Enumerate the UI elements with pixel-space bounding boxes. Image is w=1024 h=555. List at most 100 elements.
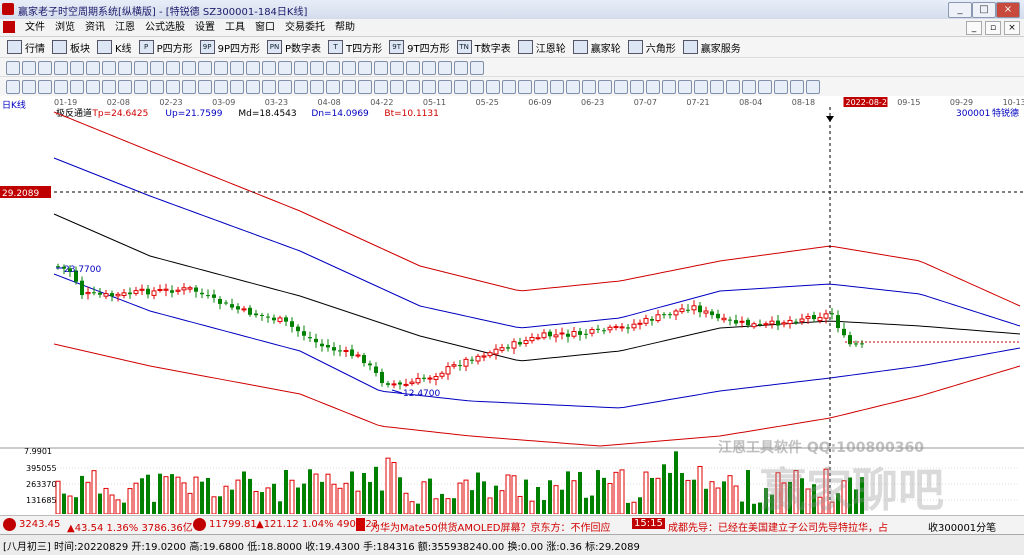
line-tool-icon-36[interactable] xyxy=(582,80,596,94)
toolbar-button-8[interactable]: TN T数字表 xyxy=(456,40,511,55)
news-headline-2[interactable]: 成都先导：已经在美国建立子公司先导特拉华，占 xyxy=(668,519,888,534)
menu-item-0[interactable]: 文件 xyxy=(20,21,50,34)
line-tool-icon-7[interactable] xyxy=(118,80,132,94)
toolbar-button-6[interactable]: T T四方形 xyxy=(328,40,382,55)
line-tool-icon-16[interactable] xyxy=(262,80,276,94)
menu-item-8[interactable]: 交易委托 xyxy=(280,21,330,34)
line-tool-icon-42[interactable] xyxy=(678,80,692,94)
draw-tool-icon-25[interactable] xyxy=(406,61,420,75)
line-tool-icon-35[interactable] xyxy=(566,80,580,94)
toolbar-button-1[interactable]: 板块 xyxy=(52,40,90,55)
line-tool-icon-19[interactable] xyxy=(310,80,324,94)
line-tool-icon-32[interactable] xyxy=(518,80,532,94)
toolbar-button-2[interactable]: K线 xyxy=(97,40,132,55)
menu-item-1[interactable]: 浏览 xyxy=(50,21,80,34)
toolbar-button-10[interactable]: 赢家轮 xyxy=(572,40,621,55)
line-tool-icon-48[interactable] xyxy=(774,80,788,94)
line-tool-icon-17[interactable] xyxy=(278,80,292,94)
line-tool-icon-24[interactable] xyxy=(390,80,404,94)
line-tool-icon-40[interactable] xyxy=(646,80,660,94)
menu-item-2[interactable]: 资讯 xyxy=(80,21,110,34)
draw-tool-icon-15[interactable] xyxy=(246,61,260,75)
line-tool-icon-11[interactable] xyxy=(182,80,196,94)
draw-tool-icon-5[interactable] xyxy=(86,61,100,75)
line-tool-icon-43[interactable] xyxy=(694,80,708,94)
line-tool-icon-44[interactable] xyxy=(710,80,724,94)
line-tool-icon-1[interactable] xyxy=(22,80,36,94)
draw-tool-icon-13[interactable] xyxy=(214,61,228,75)
line-tool-icon-14[interactable] xyxy=(230,80,244,94)
draw-tool-icon-18[interactable] xyxy=(294,61,308,75)
draw-tool-icon-21[interactable] xyxy=(342,61,356,75)
line-tool-icon-2[interactable] xyxy=(38,80,52,94)
line-tool-icon-50[interactable] xyxy=(806,80,820,94)
child-minimize-button[interactable]: _ xyxy=(966,21,982,35)
news-headline[interactable]: 为华为Mate50供货AMOLED屏幕？京东方：不作回应 xyxy=(370,519,610,534)
line-tool-icon-33[interactable] xyxy=(534,80,548,94)
line-tool-icon-39[interactable] xyxy=(630,80,644,94)
line-tool-icon-34[interactable] xyxy=(550,80,564,94)
toolbar-button-7[interactable]: 9T 9T四方形 xyxy=(389,40,450,55)
draw-tool-icon-23[interactable] xyxy=(374,61,388,75)
line-tool-icon-15[interactable] xyxy=(246,80,260,94)
line-tool-icon-21[interactable] xyxy=(342,80,356,94)
draw-tool-icon-11[interactable] xyxy=(182,61,196,75)
line-tool-icon-4[interactable] xyxy=(70,80,84,94)
draw-tool-icon-6[interactable] xyxy=(102,61,116,75)
minimize-button[interactable]: _ xyxy=(948,2,972,18)
menu-item-3[interactable]: 江恩 xyxy=(110,21,140,34)
draw-tool-icon-14[interactable] xyxy=(230,61,244,75)
line-tool-icon-3[interactable] xyxy=(54,80,68,94)
draw-tool-icon-8[interactable] xyxy=(134,61,148,75)
close-button[interactable]: × xyxy=(996,2,1020,18)
line-tool-icon-28[interactable] xyxy=(454,80,468,94)
line-tool-icon-18[interactable] xyxy=(294,80,308,94)
toolbar-button-3[interactable]: P P四方形 xyxy=(138,40,193,55)
line-tool-icon-41[interactable] xyxy=(662,80,676,94)
child-restore-button[interactable]: ▫ xyxy=(985,21,1001,35)
draw-tool-icon-29[interactable] xyxy=(470,61,484,75)
draw-tool-icon-20[interactable] xyxy=(326,61,340,75)
line-tool-icon-31[interactable] xyxy=(502,80,516,94)
line-tool-icon-25[interactable] xyxy=(406,80,420,94)
kline-chart-svg[interactable]: 01-19 02-08 02-23 03-09 03-23 04-08 04-22 05-11… xyxy=(0,96,1024,546)
line-tool-icon-49[interactable] xyxy=(790,80,804,94)
kline-chart[interactable]: 01-19 02-08 02-23 03-09 03-23 04-08 04-22 05-11… xyxy=(0,96,1024,546)
menu-item-5[interactable]: 设置 xyxy=(190,21,220,34)
line-tool-icon-47[interactable] xyxy=(758,80,772,94)
line-tool-icon-10[interactable] xyxy=(166,80,180,94)
line-tool-icon-27[interactable] xyxy=(438,80,452,94)
draw-tool-icon-9[interactable] xyxy=(150,61,164,75)
draw-tool-icon-3[interactable] xyxy=(54,61,68,75)
line-tool-icon-37[interactable] xyxy=(598,80,612,94)
toolbar-button-4[interactable]: 9P 9P四方形 xyxy=(199,40,260,55)
draw-tool-icon-17[interactable] xyxy=(278,61,292,75)
toolbar-button-5[interactable]: PN P数字表 xyxy=(267,40,321,55)
draw-tool-icon-26[interactable] xyxy=(422,61,436,75)
draw-tool-icon-1[interactable] xyxy=(22,61,36,75)
menu-item-7[interactable]: 窗口 xyxy=(250,21,280,34)
line-tool-icon-6[interactable] xyxy=(102,80,116,94)
child-close-button[interactable]: × xyxy=(1004,21,1020,35)
line-tool-icon-46[interactable] xyxy=(742,80,756,94)
line-tool-icon-5[interactable] xyxy=(86,80,100,94)
line-tool-icon-22[interactable] xyxy=(358,80,372,94)
line-tool-icon-0[interactable] xyxy=(6,80,20,94)
draw-tool-icon-27[interactable] xyxy=(438,61,452,75)
line-tool-icon-13[interactable] xyxy=(214,80,228,94)
line-tool-icon-30[interactable] xyxy=(486,80,500,94)
menu-item-4[interactable]: 公式选股 xyxy=(140,21,190,34)
draw-tool-icon-12[interactable] xyxy=(198,61,212,75)
menu-item-9[interactable]: 帮助 xyxy=(330,21,360,34)
draw-tool-icon-22[interactable] xyxy=(358,61,372,75)
toolbar-button-11[interactable]: 六角形 xyxy=(627,40,676,55)
line-tool-icon-38[interactable] xyxy=(614,80,628,94)
draw-tool-icon-16[interactable] xyxy=(262,61,276,75)
line-tool-icon-29[interactable] xyxy=(470,80,484,94)
draw-tool-icon-19[interactable] xyxy=(310,61,324,75)
draw-tool-icon-28[interactable] xyxy=(454,61,468,75)
draw-tool-icon-10[interactable] xyxy=(166,61,180,75)
draw-tool-icon-4[interactable] xyxy=(70,61,84,75)
line-tool-icon-45[interactable] xyxy=(726,80,740,94)
line-tool-icon-8[interactable] xyxy=(134,80,148,94)
